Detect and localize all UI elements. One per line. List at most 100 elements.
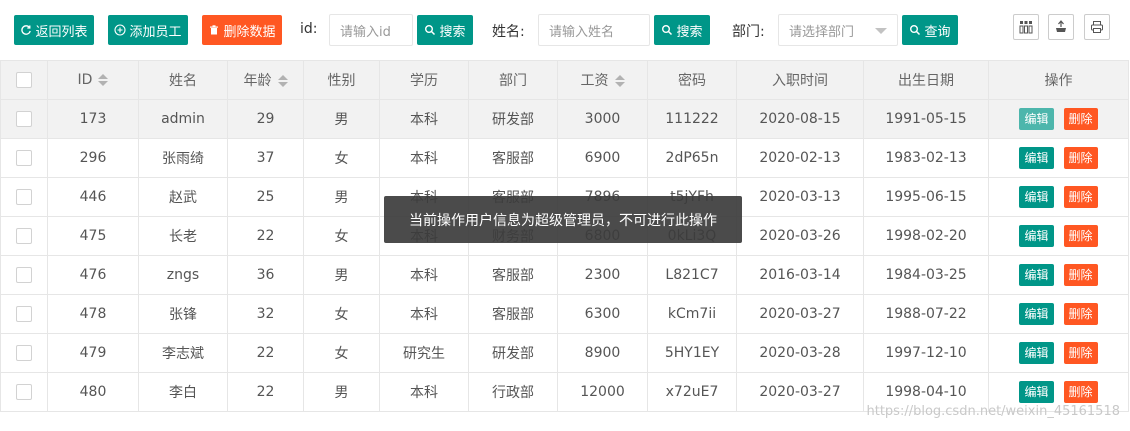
cell-hire: 2020-03-28 [736, 333, 864, 373]
cell-salary: 12000 [557, 372, 648, 412]
row-select-cell [0, 99, 48, 139]
sort-icon[interactable] [98, 74, 109, 86]
row-checkbox[interactable] [16, 150, 32, 166]
watermark: https://blog.csdn.net/weixin_45161518 [866, 404, 1120, 419]
column-header-label: 年龄 [243, 73, 272, 89]
edit-button[interactable]: 编辑 [1019, 264, 1054, 286]
column-header-label: ID [77, 72, 93, 88]
sort-icon[interactable] [277, 75, 288, 87]
table-row[interactable]: 173 admin 29 男本科 研发部 3000 111222 2020-08-15 1991… [0, 99, 1129, 139]
column-header-label: 学历 [410, 73, 438, 89]
id-search-input[interactable]: 请输入id [329, 14, 413, 46]
cell-age: 22 [227, 333, 304, 373]
cell-dept: 客服部 [468, 294, 558, 334]
row-checkbox[interactable] [16, 189, 32, 205]
edit-button[interactable]: 编辑 [1019, 303, 1054, 325]
cell-age: 37 [227, 138, 304, 178]
column-header-salary[interactable]: 工资 [557, 60, 648, 100]
delete-button[interactable]: 删除 [1063, 303, 1098, 325]
cell-dept: 客服部 [468, 138, 558, 178]
row-checkbox[interactable] [16, 111, 32, 127]
table-header-row: ID 姓名 年龄 性别 学历 部门 工资 密码 入职时间 出生日期 操作 [0, 60, 1129, 100]
cell-salary: 2300 [557, 255, 648, 295]
print-button[interactable] [1084, 14, 1110, 40]
name-label: 姓名: [492, 24, 525, 40]
query-button[interactable]: 查询 [902, 15, 958, 45]
column-header-education: 学历 [379, 60, 469, 100]
cell-pwd: L821C7 [647, 255, 737, 295]
column-header-id[interactable]: ID [47, 60, 139, 100]
edit-button[interactable]: 编辑 [1019, 147, 1054, 169]
column-header-label: 密码 [678, 73, 706, 89]
row-select-cell [0, 177, 48, 217]
cell-gender: 男 [303, 255, 380, 295]
column-header-label: 姓名 [169, 73, 197, 89]
columns-filter-button[interactable] [1013, 14, 1039, 40]
delete-button[interactable]: 删除 [1063, 342, 1098, 364]
cell-birth: 1995-06-15 [863, 177, 989, 217]
delete-button[interactable]: 删除 [1063, 381, 1098, 403]
row-checkbox[interactable] [16, 267, 32, 283]
dept-select[interactable]: 请选择部门 [778, 14, 898, 46]
cell-pwd: kCm7ii [647, 294, 737, 334]
cell-gender: 女 [303, 138, 380, 178]
cell-edu: 本科 [379, 255, 469, 295]
trash-icon [210, 25, 219, 35]
dept-label: 部门: [732, 24, 765, 40]
id-search-button[interactable]: 搜索 [417, 15, 473, 45]
select-all-cell [0, 60, 48, 100]
row-checkbox[interactable] [16, 228, 32, 244]
cell-birth: 1998-02-20 [863, 216, 989, 256]
cell-birth: 1984-03-25 [863, 255, 989, 295]
name-search-button[interactable]: 搜索 [654, 15, 710, 45]
cell-birth: 1983-02-13 [863, 138, 989, 178]
edit-button[interactable]: 编辑 [1019, 186, 1054, 208]
cell-edu: 本科 [379, 138, 469, 178]
cell-name: 赵武 [138, 177, 228, 217]
column-header-department: 部门 [468, 60, 558, 100]
add-employee-button[interactable]: 添加员工 [108, 15, 188, 45]
export-icon [1056, 20, 1066, 32]
row-checkbox[interactable] [16, 345, 32, 361]
export-button[interactable] [1048, 14, 1074, 40]
name-search-input[interactable]: 请输入姓名 [538, 14, 650, 46]
table-row[interactable]: 296 张雨绮 37 女本科 客服部 6900 2dP65n 2020-02-13 1983-0… [0, 138, 1129, 178]
cell-gender: 女 [303, 294, 380, 334]
row-select-cell [0, 138, 48, 178]
edit-button[interactable]: 编辑 [1019, 108, 1054, 130]
id-search-label: 搜索 [439, 24, 466, 40]
edit-button[interactable]: 编辑 [1019, 342, 1054, 364]
cell-birth: 1988-07-22 [863, 294, 989, 334]
delete-button[interactable]: 删除 [1063, 264, 1098, 286]
delete-data-label: 删除数据 [223, 24, 276, 40]
select-all-checkbox[interactable] [16, 72, 32, 88]
back-to-list-button[interactable]: 返回列表 [14, 15, 94, 45]
toolbar: 返回列表 添加员工 删除数据 id: 请输入id 搜索 姓名: 请输入姓名 搜索… [0, 0, 1130, 60]
row-checkbox[interactable] [16, 384, 32, 400]
edit-button[interactable]: 编辑 [1019, 225, 1054, 247]
delete-button[interactable]: 删除 [1063, 186, 1098, 208]
cell-name: admin [138, 99, 228, 139]
dept-select-placeholder: 请选择部门 [789, 24, 855, 40]
cell-salary: 8900 [557, 333, 648, 373]
table-row[interactable]: 476 zngs 36 男本科 客服部 2300 L821C7 2016-03-14 1984-… [0, 255, 1129, 295]
row-select-cell [0, 255, 48, 295]
column-header-actions: 操作 [988, 60, 1129, 100]
cell-id: 173 [47, 99, 139, 139]
row-select-cell [0, 216, 48, 256]
delete-button[interactable]: 删除 [1063, 225, 1098, 247]
cell-salary: 3000 [557, 99, 648, 139]
delete-data-button[interactable]: 删除数据 [202, 15, 282, 45]
edit-button[interactable]: 编辑 [1019, 381, 1054, 403]
delete-button[interactable]: 删除 [1063, 108, 1098, 130]
table-row[interactable]: 479 李志斌 22 女研究生 研发部 8900 5HY1EY 2020-03-28 1997-… [0, 333, 1129, 373]
sort-icon[interactable] [614, 75, 625, 87]
cell-hire: 2020-03-27 [736, 372, 864, 412]
cell-name: zngs [138, 255, 228, 295]
column-header-age[interactable]: 年龄 [227, 60, 304, 100]
row-actions-cell: 编辑 删除 [988, 138, 1129, 178]
row-checkbox[interactable] [16, 306, 32, 322]
table-row[interactable]: 478 张锋 32 女本科 客服部 6300 kCm7ii 2020-03-27 1988-07… [0, 294, 1129, 334]
table-body: 173 admin 29 男本科 研发部 3000 111222 2020-08-15 1991… [0, 99, 1129, 412]
delete-button[interactable]: 删除 [1063, 147, 1098, 169]
